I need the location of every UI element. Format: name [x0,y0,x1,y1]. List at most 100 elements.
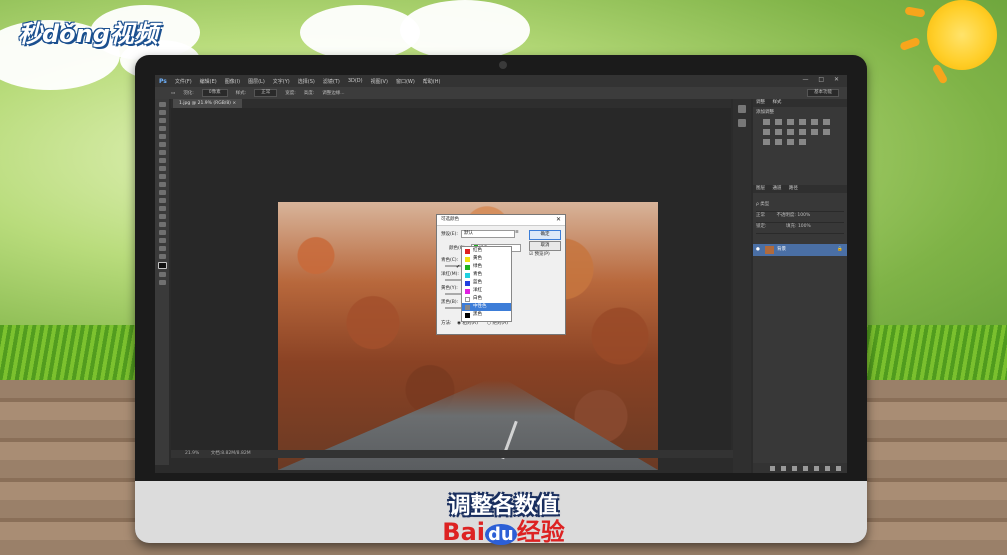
menu-select[interactable]: 选择(S) [298,78,315,85]
dropdown-item-cyan[interactable]: 青色 [462,271,511,279]
fill-value[interactable]: 100% [798,224,811,229]
preset-select[interactable]: 默认 [461,230,515,238]
window-controls[interactable]: — □ ✕ [802,76,843,83]
history-brush-tool-icon[interactable] [158,174,166,179]
fill-label: 填充: [785,224,797,229]
menu-help[interactable]: 帮助(H) [423,78,441,85]
tab-layers[interactable]: 图层 [756,186,765,191]
trash-icon[interactable] [836,465,841,471]
eye-icon[interactable]: ● [756,244,760,256]
zoom-tool-icon[interactable] [158,254,166,259]
tab-adjustments[interactable]: 调整 [756,100,765,105]
screen-mode-icon[interactable] [158,280,166,285]
invert-icon[interactable] [823,129,830,135]
menu-file[interactable]: 文件(F) [175,78,192,85]
menu-layer[interactable]: 图层(L) [248,78,265,85]
menu-type[interactable]: 文字(Y) [273,78,290,85]
color-balance-icon[interactable] [763,129,770,135]
photo-filter-icon[interactable] [787,129,794,135]
blur-tool-icon[interactable] [158,198,166,203]
menu-image[interactable]: 图像(I) [225,78,240,85]
levels-icon[interactable] [775,119,782,125]
refine-edge-button[interactable]: 调整边缘... [322,90,344,96]
feather-input[interactable]: 0像素 [201,89,228,97]
dropdown-item-red[interactable]: 红色 [462,247,511,255]
dropdown-item-black[interactable]: 黑色 [462,311,511,319]
brightness-icon[interactable] [763,119,770,125]
healing-tool-icon[interactable] [158,150,166,155]
black-label: 黑色(B): [441,300,459,305]
move-tool-icon[interactable] [158,102,166,107]
color-lookup-icon[interactable] [811,129,818,135]
dropdown-item-label: 蓝色 [473,280,482,285]
tab-channels[interactable]: 通道 [772,186,781,191]
adjustment-layer-icon[interactable] [803,465,808,471]
lasso-tool-icon[interactable] [158,118,166,123]
path-select-tool-icon[interactable] [158,230,166,235]
threshold-icon[interactable] [775,139,782,145]
eraser-tool-icon[interactable] [158,182,166,187]
tab-styles[interactable]: 样式 [772,100,781,105]
gradient-map-icon[interactable] [799,139,806,145]
tab-paths[interactable]: 路径 [789,186,798,191]
brush-tool-icon[interactable] [158,158,166,163]
new-layer-icon[interactable] [825,465,830,471]
black-white-icon[interactable] [775,129,782,135]
hand-tool-icon[interactable] [158,246,166,251]
layer-kind-filter[interactable]: ρ 类型 [756,202,769,207]
eyedropper-tool-icon[interactable] [158,142,166,147]
type-tool-icon[interactable] [158,222,166,227]
vibrance-icon[interactable] [811,119,818,125]
menu-filter[interactable]: 滤镜(T) [323,78,340,85]
ok-button[interactable]: 确定 [529,230,561,240]
channel-mixer-icon[interactable] [799,129,806,135]
menu-window[interactable]: 窗口(W) [396,78,415,85]
history-panel-icon[interactable] [738,105,746,113]
shape-tool-icon[interactable] [158,238,166,243]
dodge-tool-icon[interactable] [158,206,166,211]
blend-mode-select[interactable]: 正常 [756,213,765,218]
preview-checkbox[interactable]: ☑ 预览(P) [529,251,550,257]
layer-row-background[interactable]: ● 背景 🔒 [753,244,847,256]
pen-tool-icon[interactable] [158,214,166,219]
crop-tool-icon[interactable] [158,134,166,139]
opacity-value[interactable]: 100% [797,213,810,218]
blue-swatch-icon [465,280,470,286]
dropdown-item-blue[interactable]: 蓝色 [462,279,511,287]
dropdown-item-yellow[interactable]: 黄色 [462,255,511,263]
dropdown-item-neutrals[interactable]: 中性色 [462,303,511,311]
menu-3d[interactable]: 3D(D) [348,78,363,84]
marquee-tool-icon[interactable]: ▭ [171,91,175,96]
monitor: Ps 文件(F) 编辑(E) 图像(I) 图层(L) 文字(Y) 选择(S) 滤… [135,55,867,543]
quick-mask-icon[interactable] [158,272,166,277]
workspace-select[interactable]: 基本功能 [807,89,839,97]
exposure-icon[interactable] [799,119,806,125]
document-tab[interactable]: 1.jpg @ 21.9% (RGB/8) × [173,99,243,108]
dropdown-item-white[interactable]: 白色 [462,295,511,303]
preset-options-icon[interactable]: ≡ [515,230,519,235]
posterize-icon[interactable] [763,139,770,145]
selective-color-icon[interactable] [787,139,794,145]
cancel-button[interactable]: 取消 [529,241,561,251]
gradient-tool-icon[interactable] [158,190,166,195]
stamp-tool-icon[interactable] [158,166,166,171]
menu-edit[interactable]: 编辑(E) [200,78,217,85]
marquee-tool-icon[interactable] [158,110,166,115]
dropdown-item-magenta[interactable]: 洋红 [462,287,511,295]
properties-panel-icon[interactable] [738,119,746,127]
style-select[interactable]: 正常 [254,89,278,97]
menu-bar: Ps 文件(F) 编辑(E) 图像(I) 图层(L) 文字(Y) 选择(S) 滤… [155,75,847,87]
yellow-label: 黄色(Y): [441,286,458,291]
zoom-level[interactable]: 21.9% [185,451,199,456]
menu-view[interactable]: 视图(V) [371,78,388,85]
group-icon[interactable] [814,465,819,471]
close-icon[interactable]: ✕ [556,215,561,225]
foreground-color-swatch[interactable] [157,262,167,269]
quick-select-tool-icon[interactable] [158,126,166,131]
link-icon[interactable] [770,465,775,471]
hue-icon[interactable] [823,119,830,125]
curves-icon[interactable] [787,119,794,125]
mask-icon[interactable] [792,465,797,471]
fx-icon[interactable] [781,465,786,471]
dropdown-item-green[interactable]: ✔ 绿色 [456,263,511,271]
